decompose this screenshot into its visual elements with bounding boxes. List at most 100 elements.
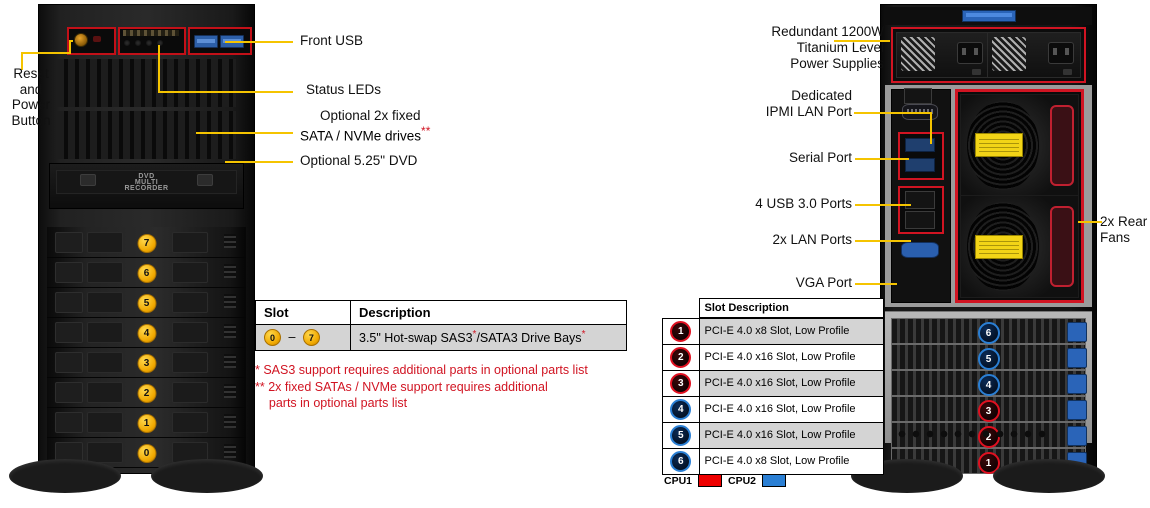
- drive-bay-number: 1: [137, 413, 156, 433]
- status-led-group: [118, 27, 186, 55]
- pci-slot-number-cell: 1: [662, 317, 700, 345]
- tray-led-icon: [224, 294, 236, 308]
- usb-3-port-icon[interactable]: [905, 158, 935, 172]
- tray-face-right: [172, 292, 208, 313]
- pci-bracket-tab-icon[interactable]: [1067, 426, 1087, 446]
- pci-slot-bracket[interactable]: 6: [891, 318, 1087, 344]
- usb-port-icon[interactable]: [194, 35, 218, 48]
- pci-table-header: Slot Description: [698, 298, 884, 319]
- pci-slot-number: 6: [977, 322, 1000, 344]
- power-supply-module-2[interactable]: [987, 32, 1081, 78]
- vga-port-icon[interactable]: [901, 242, 939, 258]
- psu-led-icon: [971, 69, 981, 75]
- drive-bay-table: Slot Description 0 – 7 3.5" Hot-swap SAS…: [255, 300, 627, 351]
- pci-table-header-row: Slot Description: [663, 298, 884, 319]
- fan-handle-icon[interactable]: [1050, 206, 1074, 287]
- footnote-sata-nvme-1: ** 2x fixed SATAs / NVMe support require…: [255, 379, 548, 394]
- power-supply-group: [891, 27, 1086, 83]
- hotswap-drive-cage: 7 6 5 4 3 2 1 0: [47, 227, 246, 468]
- pci-table-body: 1 PCI-E 4.0 x8 Slot, Low Profile 2 PCI-E 4.…: [662, 317, 884, 475]
- lan-ports-group[interactable]: [898, 186, 944, 234]
- callout-serial-port: Serial Port: [788, 150, 852, 165]
- pci-slot-badge: 1: [670, 320, 692, 342]
- pci-slot-badge: 4: [670, 398, 692, 420]
- bay-table-description: 3.5" Hot-swap SAS3*/SATA3 Drive Bays*: [350, 324, 627, 351]
- lan-port-icon[interactable]: [905, 211, 935, 229]
- drive-bay-tray[interactable]: 1: [47, 407, 246, 438]
- psu-ac-socket-icon[interactable]: [956, 42, 983, 64]
- pci-slot-bracket[interactable]: 3: [891, 396, 1087, 422]
- tray-latch-icon[interactable]: [55, 232, 83, 253]
- pci-slot-bracket[interactable]: 5: [891, 344, 1087, 370]
- tray-face-left: [87, 382, 123, 403]
- tray-face-left: [87, 412, 123, 433]
- rear-handle-icon[interactable]: [961, 10, 1016, 22]
- tray-face-left: [87, 322, 123, 343]
- table-row: 0 – 7 3.5" Hot-swap SAS3 */SATA3 Drive Ba…: [255, 324, 627, 351]
- tray-latch-icon[interactable]: [55, 412, 83, 433]
- optical-drive-eject-button[interactable]: [197, 174, 213, 186]
- optional-fixed-drive-bay: [57, 111, 236, 159]
- drive-bay-number: 2: [137, 383, 156, 403]
- usb-ports-group[interactable]: [898, 132, 944, 180]
- bay-chip-from: 0: [264, 329, 281, 346]
- callout-rear-fans-line2: Fans: [1100, 230, 1131, 245]
- lan-port-icon[interactable]: [905, 191, 935, 209]
- drive-bay-tray[interactable]: 5: [47, 287, 246, 318]
- power-button-group[interactable]: [67, 27, 116, 55]
- ipmi-lan-port-icon[interactable]: [904, 88, 932, 104]
- pci-bracket-tab-icon[interactable]: [1067, 348, 1087, 368]
- pci-slot-description: PCI-E 4.0 x16 Slot, Low Profile: [698, 395, 884, 423]
- drive-bay-tray[interactable]: 6: [47, 257, 246, 288]
- drive-bay-tray[interactable]: 7: [47, 227, 246, 258]
- drive-bay-number: 4: [137, 323, 156, 343]
- bay-table-header-slot: Slot: [255, 300, 351, 325]
- drive-bay-number: 5: [137, 293, 156, 313]
- drive-bay-number: 6: [137, 263, 156, 283]
- tray-latch-icon[interactable]: [55, 322, 83, 343]
- rear-fan-module-2[interactable]: [960, 195, 1079, 298]
- tray-latch-icon[interactable]: [55, 352, 83, 373]
- pci-slot-description: PCI-E 4.0 x16 Slot, Low Profile: [698, 369, 884, 397]
- pci-bracket-tab-icon[interactable]: [1067, 400, 1087, 420]
- table-row: 5 PCI-E 4.0 x16 Slot, Low Profile: [662, 421, 884, 449]
- callout-optional-dvd: Optional 5.25" DVD: [300, 153, 418, 168]
- pci-slot-badge: 5: [670, 424, 692, 446]
- leader-reset-power-h: [21, 52, 69, 54]
- rear-vent-holes: [895, 429, 1052, 439]
- drive-bay-tray[interactable]: 4: [47, 317, 246, 348]
- tray-latch-icon[interactable]: [55, 382, 83, 403]
- bay-desc-mark2: *: [581, 329, 586, 341]
- tray-face-right: [172, 352, 208, 373]
- tray-latch-icon[interactable]: [55, 262, 83, 283]
- callout-psu-line1: Redundant 1200W: [771, 24, 884, 39]
- fan-handle-icon[interactable]: [1050, 105, 1074, 186]
- optical-drive-bay[interactable]: DVD MULTI RECORDER: [49, 163, 244, 209]
- bay-chip-to: 7: [302, 329, 320, 346]
- bay-range-dash: –: [288, 329, 296, 344]
- led-label-strip: [123, 30, 179, 36]
- drive-bay-tray[interactable]: 3: [47, 347, 246, 378]
- chassis-foot-right: [151, 459, 263, 493]
- pci-slot-bracket[interactable]: 4: [891, 370, 1087, 396]
- pci-slot-description: PCI-E 4.0 x8 Slot, Low Profile: [698, 447, 884, 475]
- tray-face-left: [87, 262, 123, 283]
- bay-desc-pre: 3.5" Hot-swap SAS3: [359, 331, 473, 346]
- reset-button-icon[interactable]: [93, 36, 101, 42]
- tray-latch-icon[interactable]: [55, 292, 83, 313]
- pci-bracket-tab-icon[interactable]: [1067, 322, 1087, 342]
- power-button-icon[interactable]: [74, 33, 88, 47]
- pci-slot-number-cell: 2: [662, 343, 700, 371]
- rear-fan-module-1[interactable]: [960, 94, 1079, 197]
- psu-ac-socket-icon[interactable]: [1048, 42, 1074, 64]
- rear-fan-group: [955, 89, 1084, 303]
- tray-face-right: [172, 322, 208, 343]
- leader-optional-sata: [196, 132, 293, 134]
- pci-bracket-tab-icon[interactable]: [1067, 374, 1087, 394]
- power-supply-module-1[interactable]: [896, 32, 990, 78]
- drive-bay-tray[interactable]: 2: [47, 377, 246, 408]
- chassis-foot-left: [9, 459, 121, 493]
- table-row: 6 PCI-E 4.0 x8 Slot, Low Profile: [662, 447, 884, 475]
- optical-drive-left-button[interactable]: [80, 174, 96, 186]
- pci-slot-table: Slot Description 1 PCI-E 4.0 x8 Slot, Low…: [662, 298, 884, 475]
